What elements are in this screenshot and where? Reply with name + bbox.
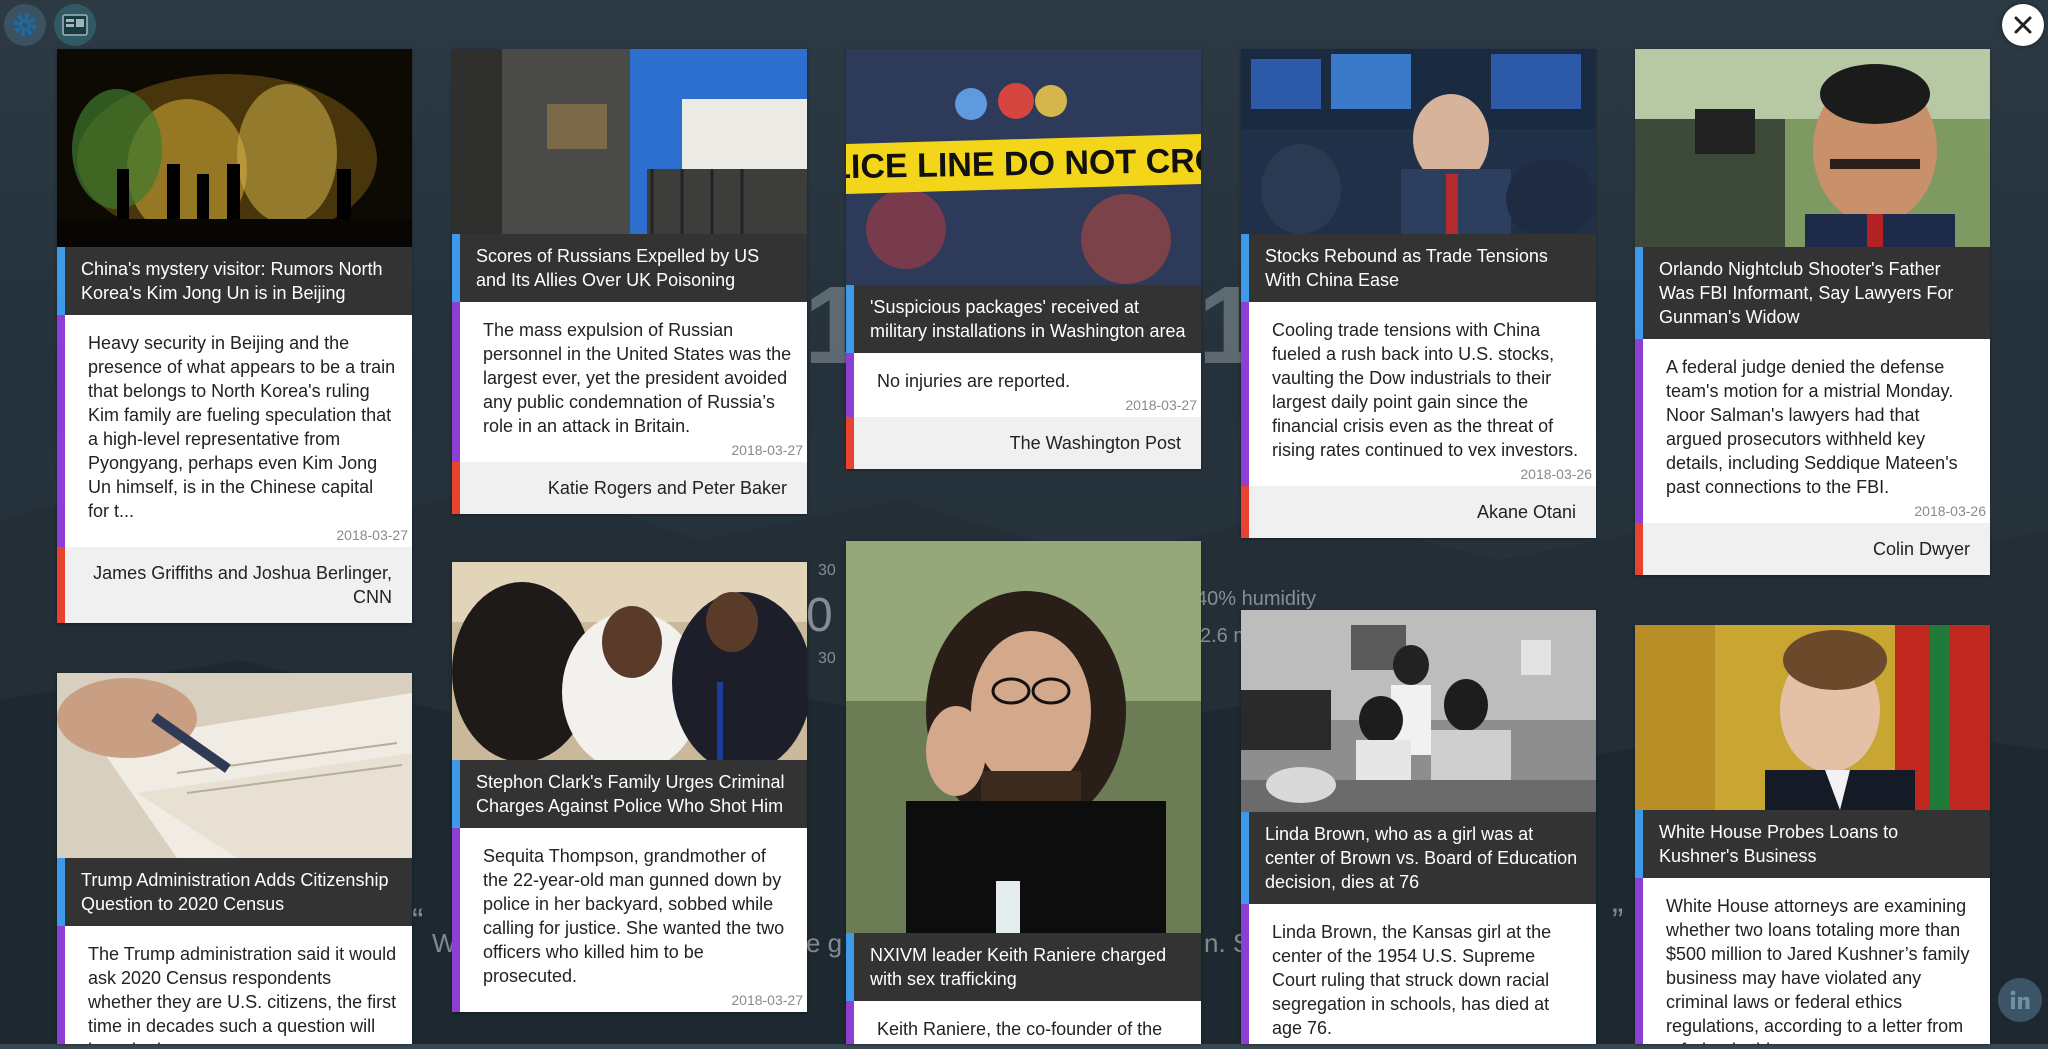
article-summary: No injuries are reported. [846,353,1201,397]
article-image [57,673,412,858]
article-date: 2018-03-27 [452,442,807,462]
article-image: POLICE LINE DO NOT CROSS [846,49,1201,285]
quote-fragment-2: e g [806,928,843,958]
article-summary: Heavy security in Beijing and the presen… [57,315,412,527]
article-title[interactable]: Scores of Russians Expelled by US and It… [452,234,807,302]
weather-high-ghost: 30 [818,650,836,667]
weather-humidity-ghost: 40% humidity [1196,588,1317,610]
news-card[interactable]: Stocks Rebound as Trade Tensions With Ch… [1241,49,1596,538]
gear-icon [13,13,37,37]
article-title[interactable]: China's mystery visitor: Rumors North Ko… [57,247,412,315]
news-card[interactable]: POLICE LINE DO NOT CROSS 'Suspicious pac… [846,49,1201,469]
article-date: 2018-03-26 [1241,466,1596,486]
news-card[interactable]: Orlando Nightclub Shooter's Father Was F… [1635,49,1990,575]
news-card[interactable]: China's mystery visitor: Rumors North Ko… [57,49,412,623]
news-card[interactable]: Stephon Clark's Family Urges Criminal Ch… [452,562,807,1012]
article-date: 2018-03-26 [1635,503,1990,523]
news-card[interactable]: Linda Brown, who as a girl was at center… [1241,610,1596,1044]
article-title[interactable]: Orlando Nightclub Shooter's Father Was F… [1635,247,1990,339]
article-author: Colin Dwyer [1635,523,1990,575]
article-summary: The Trump administration said it would a… [57,926,412,1044]
article-title[interactable]: NXIVM leader Keith Raniere charged with … [846,933,1201,1001]
news-card[interactable]: NXIVM leader Keith Raniere charged with … [846,541,1201,1044]
article-author: James Griffiths and Joshua Berlinger, CN… [57,547,412,623]
article-title[interactable]: White House Probes Loans to Kushner's Bu… [1635,810,1990,878]
article-image [452,562,807,760]
news-card[interactable]: White House Probes Loans to Kushner's Bu… [1635,625,1990,1044]
article-title[interactable]: Trump Administration Adds Citizenship Qu… [57,858,412,926]
article-date: 2018-03-27 [452,992,807,1012]
close-button[interactable] [2002,4,2044,46]
article-title[interactable]: Stocks Rebound as Trade Tensions With Ch… [1241,234,1596,302]
quote-close-ghost: ” [1612,902,1624,940]
article-date: 2018-03-27 [57,527,412,547]
linkedin-button[interactable] [1998,978,2042,1022]
article-summary: White House attorneys are examining whet… [1635,878,1990,1044]
article-image [846,541,1201,933]
weather-low-ghost: 30 [818,562,836,579]
svg-text:POLICE LINE DO NOT CROSS: POLICE LINE DO NOT CROSS [846,141,1201,187]
news-card[interactable]: Trump Administration Adds Citizenship Qu… [57,673,412,1044]
article-summary: The mass expulsion of Russian personnel … [452,302,807,442]
article-title[interactable]: 'Suspicious packages' received at milita… [846,285,1201,353]
linkedin-icon [2010,990,2030,1009]
article-summary: Keith Raniere, the co-founder of the [846,1001,1201,1044]
article-date: 2018-03-27 [846,397,1201,417]
article-author: The Washington Post [846,417,1201,469]
article-image [57,49,412,247]
article-image [1241,610,1596,812]
article-image [1635,625,1990,810]
close-icon [2014,16,2032,34]
article-title[interactable]: Stephon Clark's Family Urges Criminal Ch… [452,760,807,828]
article-image [1635,49,1990,247]
article-author: Katie Rogers and Peter Baker [452,462,807,514]
article-author: Akane Otani [1241,486,1596,538]
quote-open-ghost: “ [412,902,424,940]
article-title[interactable]: Linda Brown, who as a girl was at center… [1241,812,1596,904]
weather-temp-ghost: 0 [806,589,833,642]
article-image [1241,49,1596,234]
news-card[interactable]: Scores of Russians Expelled by US and It… [452,49,807,514]
article-summary: Sequita Thompson, grandmother of the 22-… [452,828,807,992]
article-image [452,49,807,234]
article-summary: Cooling trade tensions with China fueled… [1241,302,1596,466]
layout-icon [62,14,88,36]
article-summary: A federal judge denied the defense team'… [1635,339,1990,503]
article-summary: Linda Brown, the Kansas girl at the cent… [1241,904,1596,1044]
layout-button[interactable] [54,4,96,46]
settings-button[interactable] [4,4,46,46]
